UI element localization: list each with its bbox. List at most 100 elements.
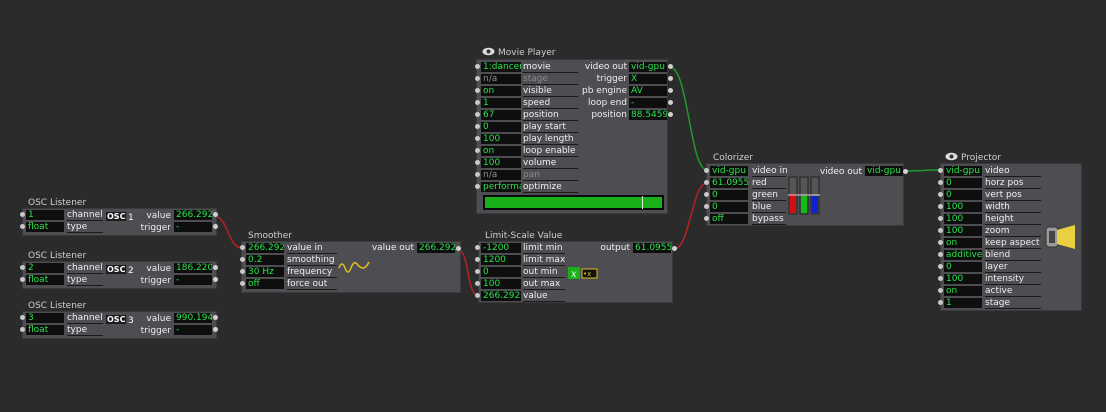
input-value[interactable]: 100 xyxy=(944,214,982,224)
input-port[interactable] xyxy=(475,257,480,262)
output-port[interactable] xyxy=(672,246,677,251)
input-value[interactable]: 0.2 xyxy=(246,255,284,265)
output-port[interactable] xyxy=(213,277,218,282)
input-port[interactable] xyxy=(938,252,943,257)
input-port[interactable] xyxy=(704,180,709,185)
input-value[interactable]: 1200 xyxy=(481,255,521,265)
input-value[interactable]: -1200 xyxy=(481,243,521,253)
input-port[interactable] xyxy=(240,269,245,274)
input-port[interactable] xyxy=(20,327,25,332)
input-port[interactable] xyxy=(475,293,480,298)
input-port[interactable] xyxy=(938,180,943,185)
input-value[interactable]: 0 xyxy=(710,190,748,200)
input-value[interactable]: 100 xyxy=(481,134,521,144)
input-value[interactable]: 0 xyxy=(710,202,748,212)
input-value[interactable]: 100 xyxy=(481,158,521,168)
input-port[interactable] xyxy=(938,276,943,281)
input-value[interactable]: 30 Hz xyxy=(246,267,284,277)
input-value[interactable]: 1:dancer xyxy=(481,62,521,72)
channel-value[interactable]: 3 xyxy=(26,313,64,323)
input-port[interactable] xyxy=(475,100,480,105)
input-value[interactable]: off xyxy=(710,214,748,224)
input-port[interactable] xyxy=(938,240,943,245)
output-port[interactable] xyxy=(668,112,673,117)
input-value[interactable]: vid-gpu xyxy=(944,166,982,176)
input-port[interactable] xyxy=(938,192,943,197)
input-value[interactable]: 0 xyxy=(944,190,982,200)
input-value[interactable]: 1 xyxy=(944,298,982,308)
input-value[interactable]: 1 xyxy=(481,98,521,108)
movie-progress-bar[interactable] xyxy=(483,195,664,210)
output-port[interactable] xyxy=(668,100,673,105)
input-value[interactable]: off xyxy=(246,279,284,289)
input-port[interactable] xyxy=(704,168,709,173)
input-port[interactable] xyxy=(475,124,480,129)
type-value[interactable]: float xyxy=(26,325,64,335)
input-port[interactable] xyxy=(938,264,943,269)
input-port[interactable] xyxy=(475,172,480,177)
input-port[interactable] xyxy=(938,300,943,305)
input-value[interactable]: 266.292 xyxy=(246,243,284,253)
input-port[interactable] xyxy=(475,64,480,69)
input-value[interactable]: 100 xyxy=(944,226,982,236)
output-port[interactable] xyxy=(213,265,218,270)
output-port[interactable] xyxy=(213,315,218,320)
output-port[interactable] xyxy=(668,64,673,69)
input-value[interactable]: n/a xyxy=(481,170,521,180)
input-value[interactable]: 100 xyxy=(944,202,982,212)
input-port[interactable] xyxy=(475,88,480,93)
input-value[interactable]: 61.0955 xyxy=(710,178,748,188)
output-port[interactable] xyxy=(456,246,461,251)
output-port[interactable] xyxy=(213,224,218,229)
type-value[interactable]: float xyxy=(26,222,64,232)
input-port[interactable] xyxy=(475,160,480,165)
input-port[interactable] xyxy=(240,281,245,286)
input-value[interactable]: 266.292 xyxy=(481,291,521,301)
input-port[interactable] xyxy=(20,277,25,282)
input-value[interactable]: vid-gpu xyxy=(710,166,748,176)
input-port[interactable] xyxy=(938,216,943,221)
input-port[interactable] xyxy=(475,245,480,250)
input-value[interactable]: n/a xyxy=(481,74,521,84)
input-port[interactable] xyxy=(704,204,709,209)
input-value[interactable]: 0 xyxy=(481,122,521,132)
input-port[interactable] xyxy=(475,112,480,117)
input-port[interactable] xyxy=(20,265,25,270)
input-port[interactable] xyxy=(938,288,943,293)
input-port[interactable] xyxy=(938,168,943,173)
input-value[interactable]: on xyxy=(481,86,521,96)
input-value[interactable]: on xyxy=(481,146,521,156)
input-port[interactable] xyxy=(475,184,480,189)
input-value[interactable]: on xyxy=(944,286,982,296)
input-value[interactable]: 0 xyxy=(944,262,982,272)
output-port[interactable] xyxy=(213,212,218,217)
output-port[interactable] xyxy=(668,76,673,81)
channel-value[interactable]: 1 xyxy=(26,210,64,220)
input-port[interactable] xyxy=(475,269,480,274)
input-port[interactable] xyxy=(938,204,943,209)
channel-value[interactable]: 2 xyxy=(26,263,64,273)
input-value[interactable]: performa xyxy=(481,182,521,192)
type-value[interactable]: float xyxy=(26,275,64,285)
input-port[interactable] xyxy=(475,281,480,286)
input-value[interactable]: 100 xyxy=(481,279,521,289)
input-port[interactable] xyxy=(240,257,245,262)
input-value[interactable]: on xyxy=(944,238,982,248)
output-port[interactable] xyxy=(213,327,218,332)
input-value[interactable]: 67 xyxy=(481,110,521,120)
input-value[interactable]: additive xyxy=(944,250,982,260)
input-value[interactable]: 0 xyxy=(481,267,521,277)
input-port[interactable] xyxy=(240,245,245,250)
input-port[interactable] xyxy=(475,148,480,153)
input-port[interactable] xyxy=(20,224,25,229)
input-value[interactable]: 100 xyxy=(944,274,982,284)
output-port[interactable] xyxy=(668,88,673,93)
input-port[interactable] xyxy=(704,216,709,221)
eye-icon[interactable] xyxy=(482,47,495,59)
input-port[interactable] xyxy=(938,228,943,233)
input-value[interactable]: 0 xyxy=(944,178,982,188)
input-port[interactable] xyxy=(704,192,709,197)
output-port[interactable] xyxy=(903,169,908,174)
input-port[interactable] xyxy=(20,212,25,217)
input-port[interactable] xyxy=(475,136,480,141)
